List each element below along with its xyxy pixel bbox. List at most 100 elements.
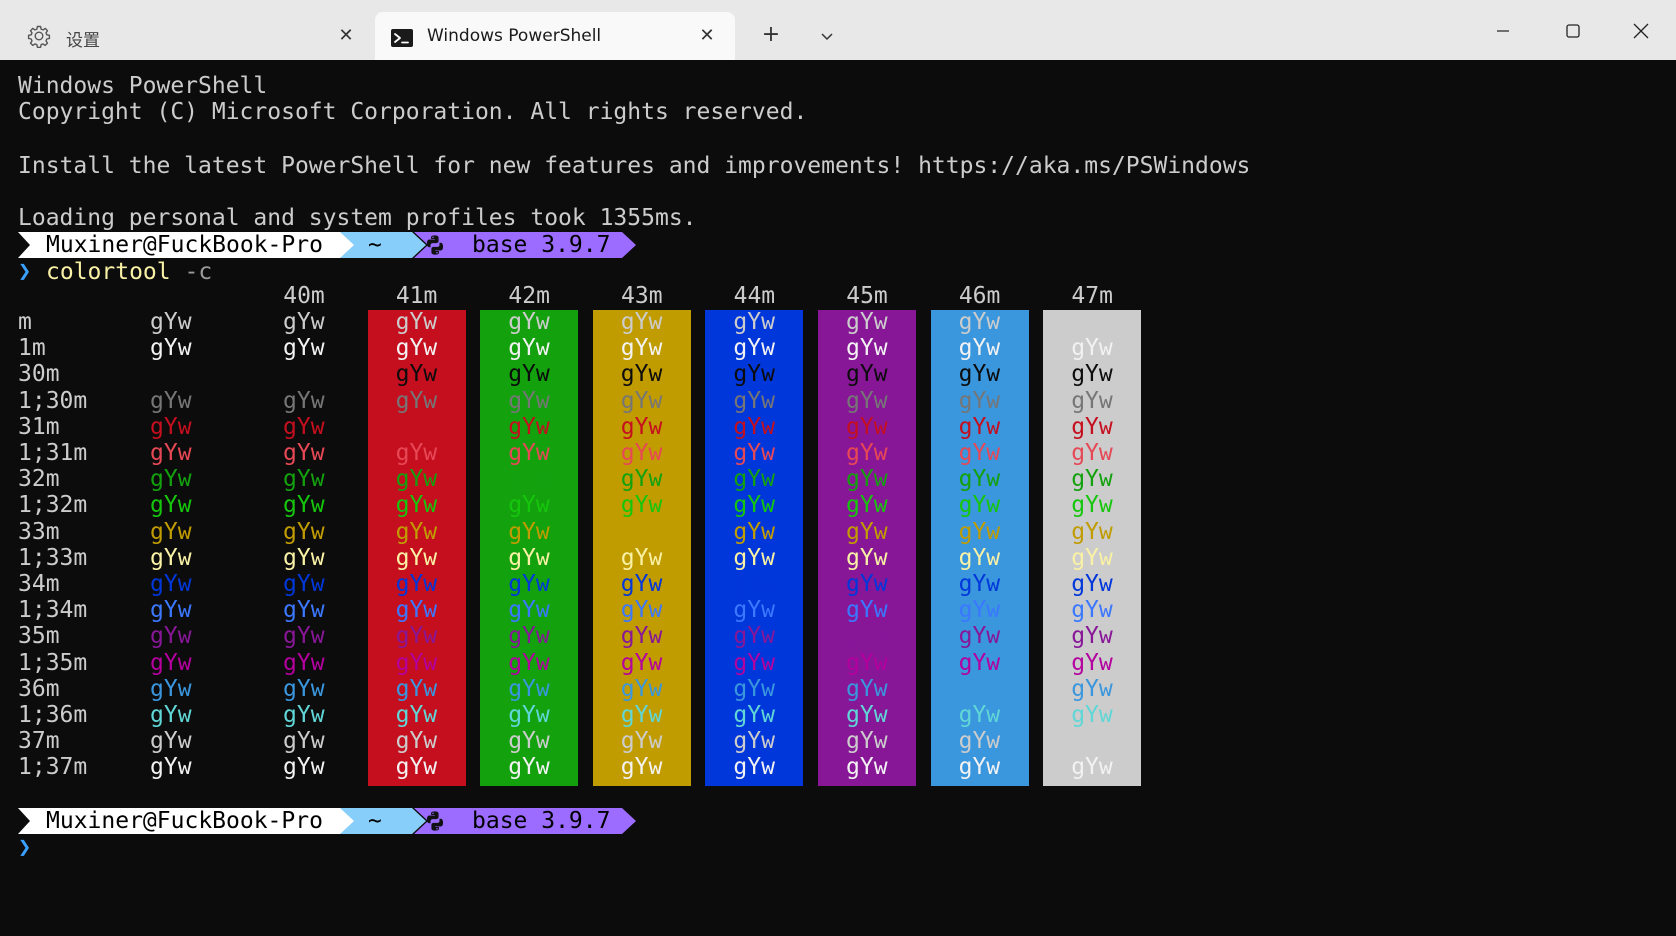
color-sample: gYw [846,440,888,466]
color-sample: gYw [508,518,550,545]
color-sample: gYw [1071,728,1113,755]
tab-windows-powershell[interactable]: Windows PowerShell ✕ [375,12,735,60]
background-swatch-44m [705,310,804,786]
color-sample: gYw [150,387,192,414]
prompt-env-segment: base 3.9.7 [414,808,636,834]
prompt-user-segment: Muxiner@FuckBook-Pro [18,808,348,834]
color-sample: gYw [508,754,550,781]
maximize-icon [1566,23,1580,38]
row-label: 30m [18,361,60,388]
color-sample: gYw [958,518,1001,545]
color-sample: gYw [395,754,438,781]
terminal-output[interactable]: Windows PowerShell Copyright (C) Microso… [0,60,1676,936]
color-sample: gYw [958,544,1001,571]
color-sample: gYw [958,387,1001,414]
output-line: Loading personal and system profiles too… [18,205,697,231]
color-sample: gYw [283,361,325,388]
maximize-button[interactable] [1538,0,1608,60]
background-swatch-47m [1043,310,1142,786]
color-sample: gYw [846,387,888,414]
color-sample: gYw [508,623,550,650]
row-label: 1;34m [18,597,88,624]
color-sample: gYw [508,413,550,440]
tab-dropdown-button[interactable] [804,12,850,58]
color-sample: gYw [620,597,663,624]
color-sample: gYw [846,754,888,781]
color-sample: gYw [150,413,192,440]
color-sample: gYw [620,440,663,466]
color-sample: gYw [620,649,663,676]
color-sample: gYw [1071,309,1113,335]
color-sample: gYw [733,518,775,545]
color-sample: gYw [150,492,192,519]
color-sample: gYw [958,571,1001,597]
color-sample: gYw [150,571,192,597]
color-sample: gYw [620,544,663,571]
close-tab-icon[interactable]: ✕ [695,24,719,48]
color-sample: gYw [283,492,325,519]
color-sample: gYw [733,309,775,335]
color-sample: gYw [958,361,1001,388]
color-sample: gYw [283,387,325,414]
prompt-caret[interactable]: ❯ [18,834,31,862]
row-label: 35m [18,623,60,650]
row-label: 34m [18,571,60,597]
color-sample: gYw [283,675,325,702]
close-window-button[interactable] [1606,0,1676,60]
color-table: 40m 41m 42m 43m 44m 45m 46m 47m m gYw gYw gYw gYw gYw… [0,60,1676,936]
color-sample: gYw [846,649,888,676]
color-sample: gYw [846,623,888,650]
color-sample: gYw [283,754,325,781]
color-sample: gYw [508,335,550,362]
color-sample: gYw [1071,544,1113,571]
color-sample: gYw [395,649,438,676]
command-name: colortool [46,259,171,285]
color-sample: gYw [733,361,775,388]
prompt-user-segment: Muxiner@FuckBook-Pro [18,232,348,258]
color-sample: gYw [283,597,325,624]
color-sample: gYw [846,728,888,755]
close-tab-icon[interactable]: ✕ [334,24,358,48]
color-sample: gYw [620,702,663,728]
color-sample: gYw [508,571,550,597]
color-sample: gYw [150,309,192,335]
color-sample: gYw [1071,440,1113,466]
minimize-button[interactable] [1468,0,1538,60]
color-sample: gYw [846,702,888,728]
color-sample: gYw [150,675,192,702]
color-sample: gYw [508,492,550,519]
color-sample: gYw [283,440,325,466]
color-sample: gYw [733,728,775,755]
color-sample: gYw [395,466,438,493]
color-sample: gYw [508,728,550,755]
color-sample: gYw [283,571,325,597]
color-sample: gYw [283,335,325,362]
color-sample: gYw [1071,702,1113,728]
color-sample: gYw [395,728,438,755]
python-icon [426,235,444,255]
color-sample: gYw [733,702,775,728]
color-sample: gYw [958,413,1001,440]
column-header: 40m [283,283,325,309]
prompt-env-segment: base 3.9.7 [414,232,636,258]
color-sample: gYw [733,597,775,624]
color-sample: gYw [395,623,438,650]
color-sample: gYw [620,361,663,388]
color-sample: gYw [958,466,1001,493]
new-tab-button[interactable]: + [748,12,794,58]
color-sample: gYw [395,571,438,597]
background-swatch-45m [818,310,916,786]
color-sample: gYw [283,466,325,493]
tab-settings[interactable]: 设置 ✕ [0,12,374,60]
title-bar[interactable]: 设置 ✕ Windows PowerShell ✕ + [0,0,1676,60]
command-line: colortool -c [46,258,212,286]
color-sample: gYw [283,544,325,571]
color-sample: gYw [150,623,192,650]
color-sample: gYw [508,675,550,702]
color-sample: gYw [620,728,663,755]
row-label: 36m [18,675,60,702]
output-line: Copyright (C) Microsoft Corporation. All… [18,99,808,125]
color-sample: gYw [395,335,438,362]
color-sample: gYw [150,728,192,755]
background-swatch-46m [930,310,1029,786]
